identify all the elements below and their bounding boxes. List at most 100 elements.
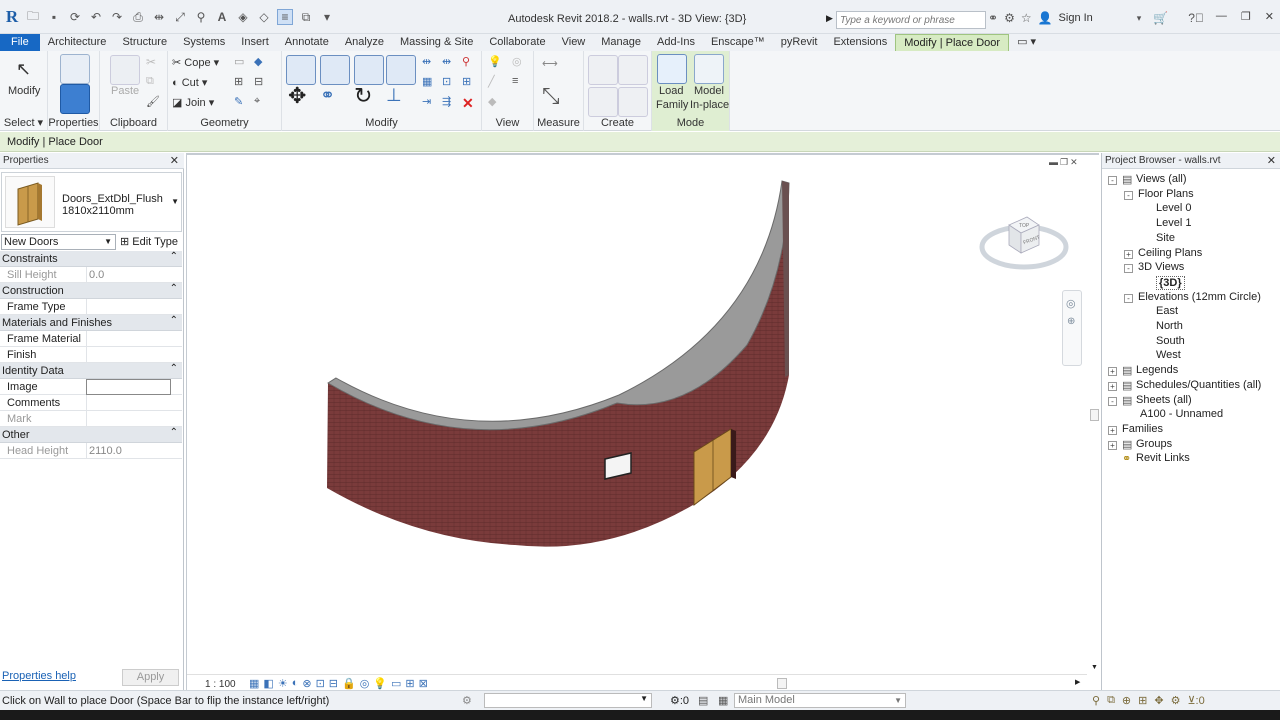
split-icon[interactable]: ⇹ [422, 55, 438, 71]
3d-view-icon[interactable]: ◈ [235, 9, 251, 25]
property-category[interactable]: Construction ⌃ [0, 283, 182, 299]
wall-joins-icon[interactable]: ⊞ [234, 75, 250, 91]
sign-in-link[interactable]: Sign In [1059, 12, 1093, 24]
mirror-draw-axis-icon[interactable] [386, 55, 416, 85]
help-icon[interactable]: ?⃝ [1188, 11, 1204, 25]
delete-icon[interactable]: ✕ [462, 95, 478, 111]
worksharing-icon[interactable]: ⊞ [405, 677, 414, 690]
close-icon[interactable]: ✕ [170, 154, 179, 167]
temp-hide-icon[interactable]: ◎ [360, 677, 370, 690]
tab-modify-place-door[interactable]: Modify | Place Door [895, 34, 1010, 51]
close-icon[interactable]: ✕ [1265, 10, 1274, 23]
modify-cursor-icon[interactable]: ↖ [16, 59, 31, 80]
rotate-icon[interactable]: ↻ [354, 83, 372, 109]
model-inplace-label-1[interactable]: Model [694, 85, 724, 97]
collapse-icon[interactable]: ⌃ [170, 251, 178, 262]
open-icon[interactable]: 🗀 [25, 9, 41, 25]
star-icon[interactable]: ☆ [1021, 11, 1032, 25]
split-gap-icon[interactable]: ⇹ [442, 55, 458, 71]
reveal-hidden-icon[interactable]: 💡 [373, 677, 387, 690]
tab-annotate[interactable]: Annotate [277, 34, 337, 51]
property-value[interactable]: 2110.0 [86, 443, 181, 459]
tree-node[interactable]: 3D Views [1138, 261, 1184, 273]
tab-add-ins[interactable]: Add-Ins [649, 34, 703, 51]
render-icon[interactable]: ⊗ [302, 677, 311, 690]
measure-between-icon[interactable]: ⟷ [542, 57, 558, 73]
tree-node[interactable]: {3D} [1156, 275, 1185, 290]
measure-icon[interactable]: ⇹ [151, 9, 167, 25]
editing-requests[interactable]: ⚙:0 [670, 694, 689, 707]
print-icon[interactable]: ⎙ [130, 9, 146, 25]
qat-dropdown-icon[interactable]: ▾ [319, 9, 335, 25]
properties-help-link[interactable]: Properties help [2, 670, 76, 682]
tab-collaborate[interactable]: Collaborate [481, 34, 553, 51]
tree-node[interactable]: Ceiling Plans [1138, 247, 1202, 259]
close-icon[interactable]: ✕ [1267, 154, 1276, 167]
lightbulb-icon[interactable]: 💡 [488, 55, 504, 71]
property-value[interactable] [86, 299, 181, 315]
background-processes-icon[interactable]: ⚙ [1171, 694, 1181, 707]
text-icon[interactable]: A [214, 9, 230, 25]
create-parts-icon[interactable] [618, 55, 648, 85]
sync-icon[interactable]: ⟳ [67, 9, 83, 25]
type-selector[interactable]: Doors_ExtDbl_Flush 1810x2110mm ▼ [1, 172, 182, 232]
property-value[interactable] [86, 411, 181, 427]
property-value[interactable] [86, 347, 181, 363]
exclude-options-icon[interactable]: ▦ [718, 694, 728, 707]
create-group-icon[interactable] [588, 87, 618, 117]
tree-node[interactable]: Families [1122, 423, 1163, 435]
minimize-icon[interactable]: — [1216, 10, 1227, 23]
collapse-toggle[interactable]: - [1108, 176, 1117, 185]
temp-view-props-icon[interactable]: ▭ [391, 677, 401, 690]
analytical-model-icon[interactable]: ⊠ [419, 677, 428, 690]
tree-node[interactable]: East [1156, 305, 1178, 317]
detail-level-icon[interactable]: ▦ [249, 677, 259, 690]
property-category[interactable]: Materials and Finishes ⌃ [0, 315, 182, 331]
model-inplace-icon[interactable] [694, 54, 724, 84]
steering-wheel-icon[interactable]: ◎ [1066, 297, 1078, 310]
select-underlay-icon[interactable]: ⧉ [1107, 694, 1115, 707]
tab-structure[interactable]: Structure [114, 34, 175, 51]
pick-icon[interactable]: ⌖ [254, 95, 270, 111]
crop-icon[interactable]: ⊡ [316, 677, 325, 690]
property-value[interactable] [86, 331, 181, 347]
load-family-icon[interactable] [657, 54, 687, 84]
type-properties-icon[interactable] [60, 54, 90, 84]
active-workset-select[interactable]: ▼ [484, 693, 652, 708]
collapse-toggle[interactable]: - [1124, 190, 1133, 200]
tree-node[interactable]: West [1156, 349, 1181, 361]
maximize-icon[interactable]: ❐ [1241, 10, 1251, 23]
horizontal-scroll-thumb[interactable] [777, 678, 787, 689]
tab-manage[interactable]: Manage [593, 34, 649, 51]
design-option-select[interactable]: Main Model ▼ [734, 693, 906, 708]
create-assembly-icon[interactable] [588, 55, 618, 85]
chevron-down-icon[interactable]: ▼ [104, 235, 112, 249]
viewcube[interactable]: TOP FRONT [979, 207, 1069, 277]
move-icon[interactable]: ✥ [288, 83, 306, 109]
cope-button[interactable]: ✂ Cope ▾ [172, 56, 219, 69]
select-panel-label[interactable]: Select ▾ [0, 116, 47, 129]
tree-node[interactable]: Floor Plans [1138, 188, 1194, 200]
join-button[interactable]: ◪ Join ▾ [172, 96, 214, 109]
expand-toggle[interactable]: + [1108, 440, 1117, 450]
collapse-toggle[interactable]: - [1124, 264, 1133, 274]
edit-profile-icon[interactable]: ✎ [234, 95, 250, 111]
paste-icon[interactable] [110, 55, 140, 85]
load-family-label-1[interactable]: Load [659, 85, 683, 97]
tree-node[interactable]: Site [1156, 232, 1175, 244]
property-category[interactable]: Identity Data ⌃ [0, 363, 182, 379]
instance-filter-select[interactable]: New Doors ▼ [1, 234, 116, 250]
collapse-icon[interactable]: ⌃ [170, 283, 178, 294]
collapse-toggle[interactable]: - [1124, 293, 1133, 303]
chevron-down-icon[interactable]: ▼ [171, 197, 179, 206]
zoom-icon[interactable]: ⊕ [1067, 316, 1077, 327]
collapse-icon[interactable]: ⌃ [170, 427, 178, 438]
align-icon[interactable] [286, 55, 316, 85]
tree-node[interactable]: Level 1 [1156, 217, 1191, 229]
communication-icon[interactable]: ⚙ [1004, 11, 1015, 25]
drag-on-selection-icon[interactable]: ✥ [1154, 694, 1163, 707]
extend-multiple-icon[interactable]: ⇶ [442, 95, 458, 111]
tree-node[interactable]: Sheets (all) [1136, 394, 1192, 406]
navigation-bar[interactable]: ◎ ⊕ [1062, 290, 1082, 366]
cut-clip-icon[interactable]: ✂ [146, 55, 162, 71]
